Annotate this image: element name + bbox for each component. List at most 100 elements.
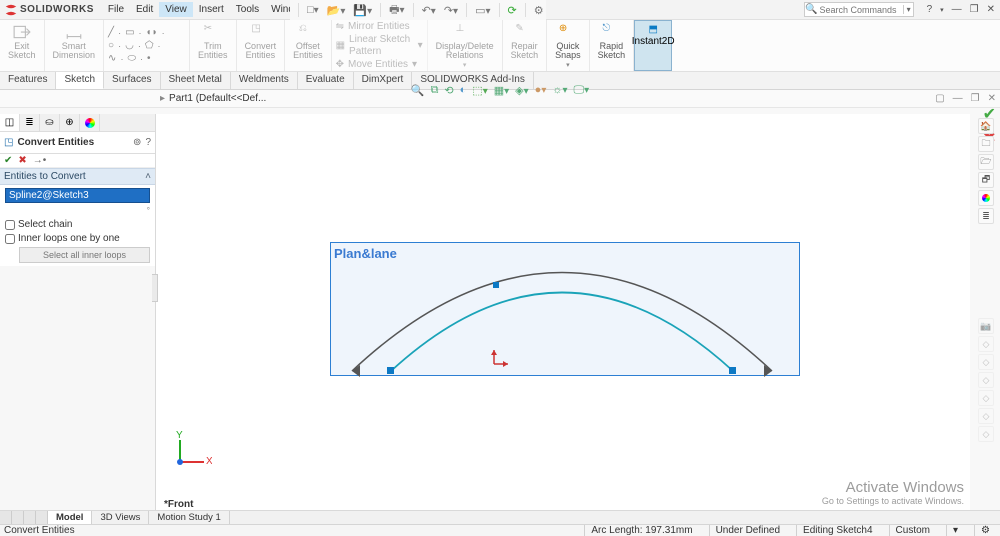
zoom-area-icon[interactable]: ⧉ (431, 84, 439, 97)
tab-weldments[interactable]: Weldments (231, 72, 298, 89)
doc-max-icon[interactable]: ❐ (971, 93, 980, 104)
tab-evaluate[interactable]: Evaluate (298, 72, 354, 89)
hide-show-icon[interactable]: ◈▾ (515, 84, 529, 97)
close-button[interactable]: ✕ (986, 4, 996, 15)
search-input[interactable] (817, 5, 903, 15)
pm-tab-feature-tree-icon[interactable]: ◫ (0, 114, 20, 131)
taskpane-view-icon[interactable]: 🗗 (978, 172, 994, 188)
taskpane-x1-icon[interactable]: ◇ (978, 336, 994, 352)
taskpane-camera-icon[interactable]: 📷 (978, 318, 994, 334)
open-icon[interactable]: 📂▾ (325, 4, 348, 17)
slot-icon[interactable]: ◖◗ (146, 27, 158, 39)
tab-model[interactable]: Model (48, 511, 92, 524)
quick-snaps-button[interactable]: ⊕QuickSnaps▾ (551, 23, 585, 69)
options-icon[interactable]: ⚙ (532, 4, 546, 17)
arc-icon[interactable]: ◡ (125, 40, 134, 52)
tab-dimxpert[interactable]: DimXpert (354, 72, 413, 89)
convert-entities-button[interactable]: ◳ConvertEntities (241, 23, 281, 60)
undo-icon[interactable]: ↶▾ (420, 4, 438, 17)
taskpane-x4-icon[interactable]: ◇ (978, 390, 994, 406)
menu-edit[interactable]: Edit (130, 2, 159, 17)
taskpane-props-icon[interactable]: ≣ (978, 208, 994, 224)
pm-pin-icon[interactable]: ⊚ (133, 137, 141, 148)
taskpane-x3-icon[interactable]: ◇ (978, 372, 994, 388)
taskpane-x5-icon[interactable]: ◇ (978, 408, 994, 424)
taskpane-home-icon[interactable]: 🏠 (978, 118, 994, 134)
prev-view-icon[interactable]: ⟲ (444, 84, 453, 97)
zoom-fit-icon[interactable]: 🔍 (411, 84, 425, 97)
status-cog-icon[interactable]: ⚙ (974, 525, 996, 536)
section-view-icon[interactable]: ◐ (460, 84, 467, 97)
select-all-inner-loops-button[interactable]: Select all inner loops (19, 247, 150, 263)
taskpane-library-icon[interactable]: 🗁 (978, 154, 994, 170)
spline-icon[interactable]: ∿ (108, 53, 116, 65)
new-icon[interactable]: □▾ (305, 4, 321, 16)
graphics-area[interactable]: ✔ ✖ Plan&lane Y X *Front Activate Window… (156, 114, 970, 512)
menu-insert[interactable]: Insert (193, 2, 230, 17)
tab-sketch[interactable]: Sketch (56, 72, 104, 89)
display-style-icon[interactable]: ▦▾ (494, 84, 509, 97)
select-icon[interactable]: ▭▾ (473, 4, 492, 17)
pm-cancel-button[interactable]: ✖ (18, 155, 26, 166)
menu-tools[interactable]: Tools (230, 2, 265, 17)
tab-sheetmetal[interactable]: Sheet Metal (161, 72, 231, 89)
smart-dimension-button[interactable]: SmartDimension (49, 23, 100, 60)
trim-entities-button[interactable]: ✂TrimEntities (194, 23, 232, 60)
scene-icon[interactable]: ☼▾ (552, 84, 567, 97)
ellipse-icon[interactable]: ⬭ (127, 53, 136, 65)
menu-view[interactable]: View (159, 2, 193, 17)
status-dropdown-icon[interactable]: ▾ (946, 525, 964, 536)
taskpane-x6-icon[interactable]: ◇ (978, 426, 994, 442)
select-chain-checkbox[interactable]: Select chain (5, 219, 150, 230)
pm-help-icon[interactable]: ? (145, 137, 151, 148)
display-relations-button[interactable]: ⊥Display/DeleteRelations▾ (432, 23, 498, 69)
tab-surfaces[interactable]: Surfaces (104, 72, 160, 89)
pm-tab-appearance-icon[interactable] (80, 114, 100, 131)
pm-ok-button[interactable]: ✔ (4, 155, 12, 166)
redo-icon[interactable]: ↷▾ (442, 4, 460, 17)
lsp-icon[interactable]: ▦ (336, 40, 345, 52)
save-icon[interactable]: 💾▾ (351, 4, 374, 17)
breadcrumb[interactable]: Part1 (Default<<Def... (160, 93, 266, 104)
tab-3dviews[interactable]: 3D Views (92, 511, 149, 524)
mirror-icon[interactable]: ⇋ (336, 21, 344, 33)
tab-motion1[interactable]: Motion Study 1 (149, 511, 229, 524)
restore-button[interactable]: ❐ (969, 4, 980, 15)
pm-section-header[interactable]: Entities to Convert˄ (0, 168, 155, 185)
inner-loops-checkbox[interactable]: Inner loops one by one (5, 233, 150, 244)
pm-tab-config-icon[interactable]: ⛀ (40, 114, 60, 131)
instant2d-button[interactable]: ⬒Instant2D (634, 20, 672, 71)
menu-file[interactable]: File (102, 2, 130, 17)
pm-tab-property-icon[interactable]: ≣ (20, 114, 40, 131)
rebuild-icon[interactable]: ⟳ (506, 4, 519, 17)
appearance-icon[interactable]: ●▾ (535, 84, 547, 97)
search-dropdown-icon[interactable]: ▾ (903, 5, 913, 14)
status-custom[interactable]: Custom (889, 525, 936, 536)
circle-icon[interactable]: ○ (108, 40, 114, 52)
polygon-icon[interactable]: ⬠ (145, 40, 154, 52)
doc-close-icon[interactable]: ✕ (988, 93, 996, 104)
move-icon[interactable]: ✥ (336, 59, 344, 71)
doc-pin-icon[interactable]: ▢ (935, 93, 944, 104)
minimize-button[interactable]: — (951, 4, 963, 15)
point-icon[interactable]: • (147, 53, 151, 65)
pm-push-pin-icon[interactable]: →• (33, 155, 47, 166)
corner-rect-icon[interactable]: ▭ (125, 27, 134, 39)
rapid-sketch-button[interactable]: ⎋RapidSketch (594, 23, 630, 60)
repair-sketch-button[interactable]: ✎RepairSketch (507, 23, 543, 60)
help-icon[interactable]: ? (926, 4, 934, 15)
view-settings-icon[interactable]: 🖵▾ (573, 84, 589, 97)
taskpane-resources-icon[interactable]: 🗀 (978, 136, 994, 152)
taskpane-appearance-icon[interactable] (978, 190, 994, 206)
print-icon[interactable]: 🖶▾ (387, 1, 406, 20)
view-orient-icon[interactable]: ⬚▾ (472, 84, 487, 97)
selection-list[interactable]: Spline2@Sketch3 (5, 188, 150, 203)
view-triad[interactable]: Y X (172, 430, 212, 470)
exit-sketch-button[interactable]: ExitSketch (4, 23, 40, 60)
line-icon[interactable]: ╱ (108, 27, 114, 39)
doc-min-icon[interactable]: — (953, 93, 963, 104)
taskpane-x2-icon[interactable]: ◇ (978, 354, 994, 370)
offset-entities-button[interactable]: ⎌OffsetEntities (289, 23, 327, 60)
tab-nav-stub[interactable] (0, 511, 48, 524)
pm-tab-dim-icon[interactable]: ⊕ (60, 114, 80, 131)
